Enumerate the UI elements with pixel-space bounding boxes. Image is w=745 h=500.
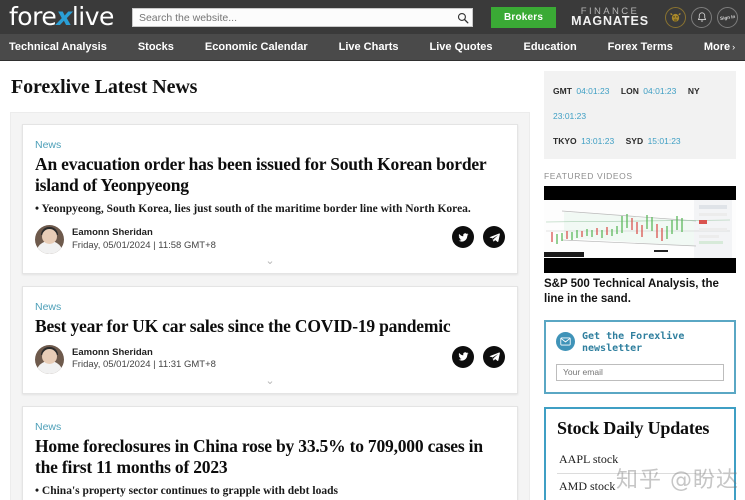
news-card[interactable]: News Best year for UK car sales since th…: [22, 286, 518, 394]
clock-time-gmt: 04:01:23: [576, 86, 610, 96]
bull-icon[interactable]: [665, 6, 686, 28]
nav-item-education[interactable]: Education: [524, 41, 577, 53]
search-container: [131, 8, 473, 27]
clock-time-lon: 04:01:23: [643, 86, 677, 96]
article-timestamp: Friday, 05/01/2024 | 11:31 GMT+8: [72, 359, 216, 371]
featured-videos-heading: FEATURED VIDEOS: [544, 171, 633, 182]
article-headline[interactable]: Home foreclosures in China rose by 33.5%…: [35, 436, 505, 477]
page-title: Forexlive Latest News: [11, 76, 198, 98]
stock-item-amd[interactable]: AMD stock: [557, 474, 723, 500]
nav-item-live-quotes[interactable]: Live Quotes: [430, 41, 493, 53]
newsletter-signup-panel: Get the Forexlive newsletter: [544, 319, 736, 394]
clock-label-lon: LON: [620, 86, 639, 96]
world-clock-panel: GMT 04:01:23 LON 04:01:23 NY 23:01:23 TK…: [544, 71, 736, 160]
search-icon[interactable]: [457, 11, 469, 23]
clock-label-ny: NY: [687, 86, 700, 96]
share-buttons: [452, 345, 505, 368]
sign-in-label: Sign In: [719, 13, 736, 21]
page-body: Forexlive Latest News News An evacuation…: [0, 61, 745, 500]
clock-time-syd: 15:01:23: [647, 135, 681, 146]
finance-magnates-logo[interactable]: FINANCE MAGNATES: [571, 6, 649, 28]
featured-video-thumbnail[interactable]: [544, 186, 736, 274]
newsletter-header-row: Get the Forexlive newsletter: [556, 331, 724, 356]
clock-row-2: TKYO 13:01:23 SYD 15:01:23: [553, 128, 728, 153]
article-byline: Eamonn Sheridan Friday, 05/01/2024 | 11:…: [35, 225, 505, 255]
site-logo[interactable]: forexlive: [9, 4, 114, 29]
brokers-button[interactable]: Brokers: [490, 6, 557, 28]
featured-video-caption[interactable]: S&P 500 Technical Analysis, the line in …: [544, 277, 736, 306]
clock-time-tkyo: 13:01:23: [581, 135, 615, 146]
twitter-icon[interactable]: [452, 345, 474, 368]
nav-item-forex-terms[interactable]: Forex Terms: [608, 41, 673, 53]
bell-icon[interactable]: [691, 6, 712, 28]
news-card[interactable]: News Home foreclosures in China rose by …: [22, 405, 518, 500]
nav-item-live-charts[interactable]: Live Charts: [339, 41, 399, 53]
article-summary-bullet: • Yeonpyeong, South Korea, lies just sou…: [35, 203, 471, 216]
article-summary-bullet: • China's property sector continues to g…: [35, 485, 338, 498]
stock-item-aapl[interactable]: AAPL stock: [557, 447, 723, 474]
article-author[interactable]: Eamonn Sheridan: [72, 347, 216, 360]
clock-label-syd: SYD: [625, 135, 644, 146]
avatar: [35, 225, 64, 255]
clock-label-tkyo: TKYO: [553, 135, 577, 146]
expand-article-chevron[interactable]: ⌄: [35, 374, 505, 390]
partner-logo-line2: MAGNATES: [571, 14, 649, 28]
article-timestamp: Friday, 05/01/2024 | 11:58 GMT+8: [72, 239, 216, 251]
article-category[interactable]: News: [35, 301, 61, 313]
telegram-icon[interactable]: [483, 226, 505, 249]
nav-item-technical-analysis[interactable]: Technical Analysis: [9, 41, 107, 53]
twitter-icon[interactable]: [452, 226, 474, 249]
article-category[interactable]: News: [35, 139, 61, 151]
article-category[interactable]: News: [35, 421, 61, 433]
telegram-icon[interactable]: [483, 345, 505, 368]
envelope-icon: [556, 331, 575, 351]
avatar: [35, 344, 64, 374]
stock-updates-title: Stock Daily Updates: [557, 417, 710, 438]
video-chart-image: [544, 200, 736, 259]
chevron-right-icon: ›: [732, 42, 736, 52]
stock-daily-updates-panel: Stock Daily Updates AAPL stock AMD stock…: [544, 406, 736, 500]
newsletter-title: Get the Forexlive newsletter: [582, 330, 685, 355]
logo-text-part2: live: [71, 1, 115, 31]
clock-row-1: GMT 04:01:23 LON 04:01:23 NY 23:01:23: [553, 78, 728, 128]
clock-time-ny: 23:01:23: [553, 110, 587, 121]
news-card[interactable]: News An evacuation order has been issued…: [22, 124, 518, 275]
article-headline[interactable]: Best year for UK car sales since the COV…: [35, 316, 505, 337]
article-byline: Eamonn Sheridan Friday, 05/01/2024 | 11:…: [35, 344, 505, 374]
newsletter-email-input[interactable]: [556, 363, 724, 381]
article-headline[interactable]: An evacuation order has been issued for …: [35, 154, 505, 195]
news-feed-container: News An evacuation order has been issued…: [10, 112, 530, 500]
main-content-column: Forexlive Latest News News An evacuation…: [0, 61, 540, 500]
sidebar-column: GMT 04:01:23 LON 04:01:23 NY 23:01:23 TK…: [540, 61, 745, 500]
logo-text-part1: fore: [9, 1, 57, 31]
article-author[interactable]: Eamonn Sheridan: [72, 227, 216, 240]
nav-item-economic-calendar[interactable]: Economic Calendar: [205, 41, 308, 53]
byline-text: Eamonn Sheridan Friday, 05/01/2024 | 11:…: [72, 227, 216, 253]
expand-article-chevron[interactable]: ⌄: [35, 254, 505, 270]
nav-item-stocks[interactable]: Stocks: [138, 41, 174, 53]
main-navigation: Technical Analysis Stocks Economic Calen…: [0, 34, 745, 61]
header-icon-group: Sign In: [665, 6, 738, 28]
nav-more-label: More: [703, 41, 731, 53]
page-root: forexlive Brokers FINANCE MAGNATES: [0, 0, 745, 500]
byline-text: Eamonn Sheridan Friday, 05/01/2024 | 11:…: [72, 347, 216, 373]
clock-label-gmt: GMT: [553, 86, 572, 96]
nav-item-more[interactable]: More ›: [704, 41, 735, 53]
share-buttons: [452, 226, 505, 249]
search-input[interactable]: [131, 8, 473, 27]
sign-in-icon[interactable]: Sign In: [717, 6, 738, 28]
top-header-bar: forexlive Brokers FINANCE MAGNATES: [0, 0, 745, 34]
logo-x-mark: x: [56, 1, 72, 31]
